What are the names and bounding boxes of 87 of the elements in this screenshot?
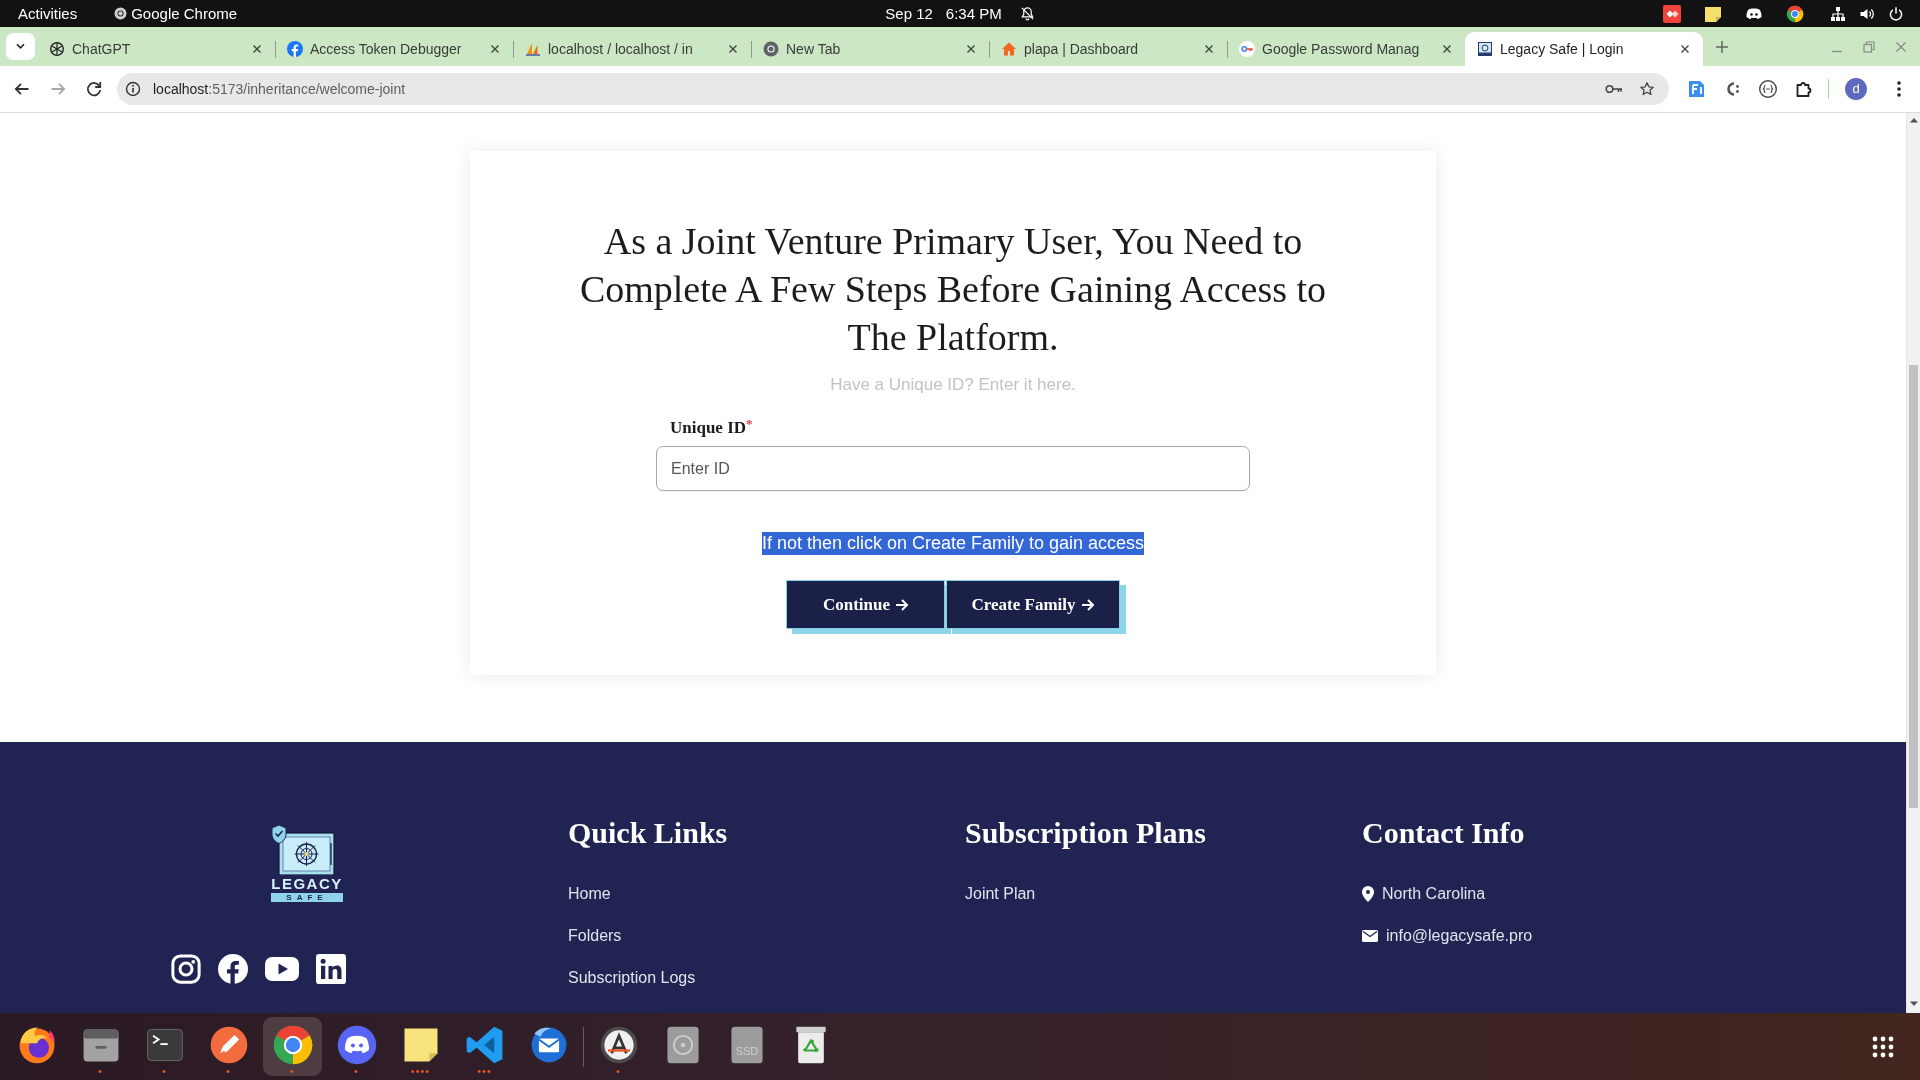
dock-app-button[interactable]: • xyxy=(199,1017,258,1076)
chrome-icon[interactable] xyxy=(1786,4,1804,23)
address-bar[interactable]: localhost:5173/inheritance/welcome-joint xyxy=(117,73,1669,105)
arrow-right-icon xyxy=(1080,597,1095,612)
browser-tab[interactable]: Google Password Manag xyxy=(1227,32,1465,66)
running-indicator: • xyxy=(226,1067,231,1075)
facebook-icon xyxy=(287,41,303,57)
house-icon xyxy=(1001,41,1017,57)
caret-up-icon[interactable] xyxy=(1909,117,1918,123)
wheel-icon xyxy=(49,41,65,57)
dock-app-button[interactable]: • xyxy=(135,1017,194,1076)
browser-tab[interactable]: localhost / localhost / in xyxy=(513,32,751,66)
sails-icon xyxy=(525,41,541,57)
browser-tab[interactable]: Legacy Safe | Login xyxy=(1465,32,1703,66)
diamond-tile-icon[interactable] xyxy=(1663,4,1681,23)
plus-icon[interactable] xyxy=(1715,39,1729,54)
footer-heading: Subscription Plans xyxy=(965,815,1207,851)
youtube-icon[interactable] xyxy=(265,957,299,981)
location-pin-icon xyxy=(1362,886,1374,902)
instruction-text: If not then click on Create Family to gain access xyxy=(761,532,1145,555)
footer-link[interactable]: Folders xyxy=(568,924,622,948)
running-indicator: • xyxy=(98,1067,103,1075)
close-icon[interactable] xyxy=(727,43,739,55)
close-icon[interactable] xyxy=(251,43,263,55)
email-link[interactable]: info@legacysafe.pro xyxy=(1386,924,1533,948)
facebook-icon[interactable] xyxy=(218,954,248,984)
network-icon xyxy=(1830,5,1846,22)
browser-tab[interactable]: New Tab xyxy=(751,32,989,66)
clock-button[interactable]: Sep 12 6:34 PM xyxy=(885,0,1035,27)
star-icon[interactable] xyxy=(1639,81,1655,97)
close-icon[interactable] xyxy=(1203,43,1215,55)
instagram-icon[interactable] xyxy=(171,954,201,984)
dock-app-button[interactable]: • xyxy=(589,1017,648,1076)
dock-app-button[interactable]: •••• xyxy=(391,1017,450,1076)
menu-icon[interactable] xyxy=(1896,79,1902,99)
safe-icon xyxy=(1477,41,1493,57)
location-text: North Carolina xyxy=(1382,884,1486,904)
subtitle-text: Have a Unique ID? Enter it here. xyxy=(830,374,1076,396)
footer-heading: Contact Info xyxy=(1362,815,1526,851)
close-icon[interactable] xyxy=(489,43,501,55)
arrow-right-icon xyxy=(895,597,909,612)
running-indicator: • xyxy=(290,1067,295,1075)
footer-heading: Quick Links xyxy=(568,815,729,851)
chevron-down-icon xyxy=(15,43,26,50)
scrollbar-thumb[interactable] xyxy=(1909,365,1918,808)
running-indicator: • xyxy=(162,1067,167,1075)
info-icon[interactable] xyxy=(125,81,141,97)
logo-tagline: SAFE xyxy=(271,893,343,902)
footer-link[interactable]: Joint Plan xyxy=(965,882,1036,906)
braces-icon[interactable] xyxy=(1758,79,1778,99)
sticky-note-icon[interactable] xyxy=(1704,4,1722,23)
browser-tab[interactable]: Access Token Debugger xyxy=(275,32,513,66)
field-label: Unique ID* xyxy=(670,417,753,439)
key-icon xyxy=(1239,41,1255,57)
running-indicator: • xyxy=(354,1067,359,1075)
footer-link[interactable]: Subscription Logs xyxy=(568,966,696,990)
key-icon[interactable] xyxy=(1605,83,1623,95)
puzzle-icon[interactable] xyxy=(1794,79,1814,99)
dock-app-button[interactable]: • xyxy=(327,1017,386,1076)
browser-tab[interactable]: plapa | Dashboard xyxy=(989,32,1227,66)
unique-id-input[interactable]: Enter ID xyxy=(656,446,1250,491)
app-grid-icon[interactable] xyxy=(1872,1035,1894,1058)
close-icon[interactable] xyxy=(965,43,977,55)
caret-down-icon[interactable] xyxy=(1909,1001,1918,1007)
restore-icon[interactable] xyxy=(1863,40,1875,53)
envelope-icon xyxy=(1362,930,1378,942)
bell-off-icon xyxy=(1019,6,1035,21)
logo-wordmark: LEGACY xyxy=(271,875,343,892)
running-indicator: ••• xyxy=(477,1067,492,1075)
reload-icon[interactable] xyxy=(84,79,104,99)
linkedin-icon[interactable] xyxy=(316,954,346,984)
footer-link[interactable]: Home xyxy=(568,882,611,906)
app-menu-button[interactable]: Google Chrome xyxy=(114,0,238,27)
close-icon[interactable] xyxy=(1679,43,1691,55)
running-indicator: •••• xyxy=(410,1067,431,1075)
page-heading: As a Joint Venture Primary User, You Need to Complete A Few Steps Before Gaining Access to The Platform. xyxy=(578,219,1328,360)
document-tile-icon[interactable] xyxy=(1686,79,1706,99)
dock-app-button[interactable]: • xyxy=(71,1017,130,1076)
profile-avatar[interactable]: d xyxy=(1845,78,1867,100)
running-indicator: • xyxy=(616,1067,621,1075)
chrome-icon xyxy=(763,41,779,57)
close-icon[interactable] xyxy=(1441,43,1453,55)
browser-tab[interactable]: ChatGPT xyxy=(37,32,275,66)
activities-button[interactable]: Activities xyxy=(18,0,78,27)
chrome-icon xyxy=(114,7,128,20)
power-icon xyxy=(1888,5,1904,22)
dock-app-button[interactable]: ••• xyxy=(455,1017,514,1076)
